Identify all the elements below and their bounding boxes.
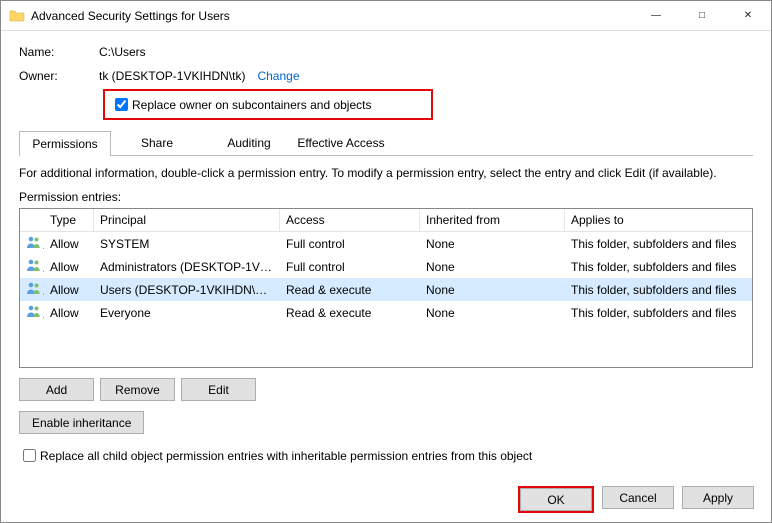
ok-button[interactable]: OK bbox=[520, 488, 592, 511]
replace-owner-label: Replace owner on subcontainers and objec… bbox=[132, 98, 371, 112]
replace-owner-highlight: Replace owner on subcontainers and objec… bbox=[103, 89, 433, 120]
tab-share[interactable]: Share bbox=[111, 130, 203, 155]
cell-principal: Users (DESKTOP-1VKIHDN\Us... bbox=[94, 282, 280, 298]
cell-access: Full control bbox=[280, 236, 420, 252]
titlebar: Advanced Security Settings for Users — □… bbox=[1, 1, 771, 31]
tab-permissions[interactable]: Permissions bbox=[19, 131, 111, 156]
users-icon bbox=[26, 258, 42, 272]
owner-value: tk (DESKTOP-1VKIHDN\tk) bbox=[99, 69, 245, 83]
change-owner-link[interactable]: Change bbox=[257, 69, 299, 83]
cell-type: Allow bbox=[44, 282, 94, 298]
table-header: Type Principal Access Inherited from App… bbox=[20, 209, 752, 232]
users-icon bbox=[26, 235, 42, 249]
cell-applies: This folder, subfolders and files bbox=[565, 305, 752, 321]
table-row[interactable]: AllowEveryoneRead & executeNoneThis fold… bbox=[20, 301, 752, 324]
cell-inherited: None bbox=[420, 305, 565, 321]
col-principal[interactable]: Principal bbox=[94, 209, 280, 231]
tab-auditing[interactable]: Auditing bbox=[203, 130, 295, 155]
cell-access: Full control bbox=[280, 259, 420, 275]
add-button[interactable]: Add bbox=[19, 378, 94, 401]
cell-access: Read & execute bbox=[280, 305, 420, 321]
table-row[interactable]: AllowAdministrators (DESKTOP-1VK...Full … bbox=[20, 255, 752, 278]
tab-bar: Permissions Share Auditing Effective Acc… bbox=[19, 130, 753, 156]
maximize-button[interactable]: □ bbox=[679, 1, 725, 31]
col-applies[interactable]: Applies to bbox=[565, 209, 752, 231]
permission-table: Type Principal Access Inherited from App… bbox=[19, 208, 753, 368]
owner-label: Owner: bbox=[19, 69, 99, 83]
cell-principal: Administrators (DESKTOP-1VK... bbox=[94, 259, 280, 275]
replace-child-checkbox[interactable] bbox=[23, 449, 36, 462]
cancel-button[interactable]: Cancel bbox=[602, 486, 674, 509]
cell-applies: This folder, subfolders and files bbox=[565, 236, 752, 252]
cell-principal: Everyone bbox=[94, 305, 280, 321]
apply-button[interactable]: Apply bbox=[682, 486, 754, 509]
minimize-button[interactable]: — bbox=[633, 1, 679, 31]
replace-owner-checkbox[interactable] bbox=[115, 98, 128, 111]
col-access[interactable]: Access bbox=[280, 209, 420, 231]
cell-applies: This folder, subfolders and files bbox=[565, 282, 752, 298]
info-text: For additional information, double-click… bbox=[19, 166, 753, 180]
folder-icon bbox=[9, 8, 25, 24]
users-icon bbox=[26, 281, 42, 295]
window-title: Advanced Security Settings for Users bbox=[31, 9, 633, 23]
dialog-footer: OK Cancel Apply bbox=[518, 486, 754, 513]
col-inherited[interactable]: Inherited from bbox=[420, 209, 565, 231]
name-label: Name: bbox=[19, 45, 99, 59]
table-body: AllowSYSTEMFull controlNoneThis folder, … bbox=[20, 232, 752, 324]
content-area: Name: C:\Users Owner: tk (DESKTOP-1VKIHD… bbox=[1, 31, 771, 475]
cell-applies: This folder, subfolders and files bbox=[565, 259, 752, 275]
table-row[interactable]: AllowSYSTEMFull controlNoneThis folder, … bbox=[20, 232, 752, 255]
cell-inherited: None bbox=[420, 236, 565, 252]
cell-type: Allow bbox=[44, 305, 94, 321]
cell-type: Allow bbox=[44, 236, 94, 252]
ok-highlight: OK bbox=[518, 486, 594, 513]
permission-entries-label: Permission entries: bbox=[19, 190, 753, 204]
cell-inherited: None bbox=[420, 282, 565, 298]
cell-access: Read & execute bbox=[280, 282, 420, 298]
remove-button[interactable]: Remove bbox=[100, 378, 175, 401]
cell-type: Allow bbox=[44, 259, 94, 275]
cell-principal: SYSTEM bbox=[94, 236, 280, 252]
cell-inherited: None bbox=[420, 259, 565, 275]
enable-inheritance-button[interactable]: Enable inheritance bbox=[19, 411, 144, 434]
col-type[interactable]: Type bbox=[44, 209, 94, 231]
table-row[interactable]: AllowUsers (DESKTOP-1VKIHDN\Us...Read & … bbox=[20, 278, 752, 301]
name-value: C:\Users bbox=[99, 45, 146, 59]
edit-button[interactable]: Edit bbox=[181, 378, 256, 401]
replace-child-label: Replace all child object permission entr… bbox=[40, 449, 532, 463]
tab-effective-access[interactable]: Effective Access bbox=[295, 130, 387, 155]
users-icon bbox=[26, 304, 42, 318]
close-button[interactable]: ✕ bbox=[725, 1, 771, 31]
